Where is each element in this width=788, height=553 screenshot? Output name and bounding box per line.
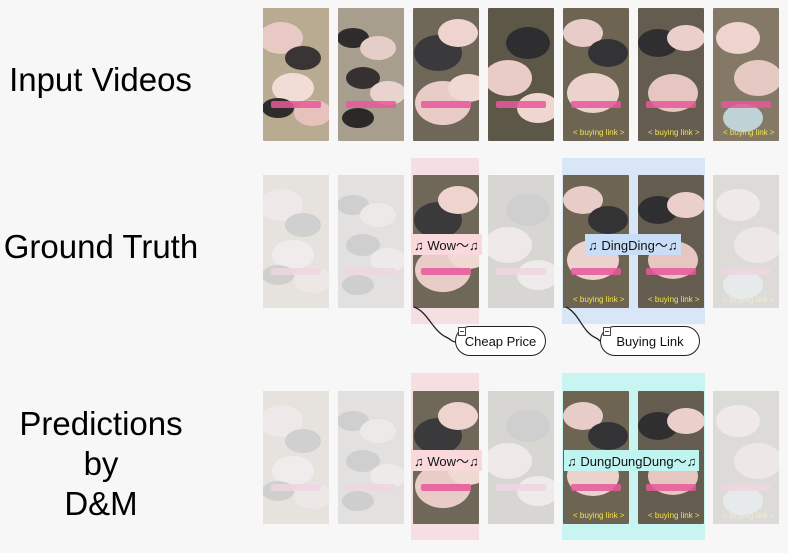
overlay-pink-caption <box>646 268 696 275</box>
buying-link-label: Buying Link <box>616 333 684 349</box>
cheap-price-bubble: Cheap Price <box>455 326 546 356</box>
video-frame <box>338 391 404 524</box>
overlay-buying-link-text: < buying link > <box>573 295 625 304</box>
video-frame <box>488 391 554 524</box>
video-frame <box>413 8 479 141</box>
predictions-line-1: Predictions <box>19 405 183 442</box>
overlay-pink-caption <box>271 484 321 491</box>
video-frame: < buying link > <box>713 391 779 524</box>
cheap-price-label: Cheap Price <box>464 333 537 349</box>
overlay-pink-caption <box>346 101 396 108</box>
overlay-pink-caption <box>571 484 621 491</box>
video-frame <box>263 175 329 308</box>
video-frame: < buying link > <box>638 8 704 141</box>
video-frame <box>488 175 554 308</box>
overlay-pink-caption <box>271 101 321 108</box>
overlay-buying-link-text: < buying link > <box>648 128 700 137</box>
video-frame: < buying link > <box>563 8 629 141</box>
video-frame <box>338 8 404 141</box>
video-frame <box>263 391 329 524</box>
overlay-buying-link-text: < buying link > <box>573 511 625 520</box>
comment-icon <box>603 327 611 336</box>
overlay-pink-caption <box>346 484 396 491</box>
overlay-pink-caption <box>496 101 546 108</box>
overlay-pink-caption <box>721 101 771 108</box>
row-label-ground-truth: Ground Truth <box>3 228 199 265</box>
pred-caption-2: ♫ DungDungDung～♫ <box>564 450 700 471</box>
overlay-buying-link-text: < buying link > <box>723 511 775 520</box>
overlay-pink-caption <box>646 101 696 108</box>
video-frame: < buying link > <box>713 175 779 308</box>
truth-caption-1: ♫ Wow～♫ <box>411 234 482 255</box>
pred-caption-1: ♫ Wow～♫ <box>411 450 482 471</box>
video-frame: < buying link > <box>713 8 779 141</box>
video-frame <box>338 175 404 308</box>
overlay-pink-caption <box>421 101 471 108</box>
overlay-pink-caption <box>571 101 621 108</box>
overlay-buying-link-text: < buying link > <box>648 295 700 304</box>
overlay-pink-caption <box>496 484 546 491</box>
overlay-buying-link-text: < buying link > <box>573 128 625 137</box>
overlay-pink-caption <box>271 268 321 275</box>
predictions-line-3: D&M <box>64 485 138 522</box>
overlay-pink-caption <box>496 268 546 275</box>
overlay-pink-caption <box>421 484 471 491</box>
overlay-pink-caption <box>346 268 396 275</box>
overlay-pink-caption <box>421 268 471 275</box>
overlay-pink-caption <box>721 268 771 275</box>
overlay-pink-caption <box>571 268 621 275</box>
buying-link-bubble: Buying Link <box>600 326 700 356</box>
overlay-pink-caption <box>646 484 696 491</box>
predictions-line-2: by <box>83 445 119 482</box>
comment-icon <box>458 327 466 336</box>
row-label-input-videos: Input Videos <box>9 61 192 98</box>
row-label-predictions: Predictions by D&M <box>12 404 190 524</box>
overlay-buying-link-text: < buying link > <box>723 128 775 137</box>
overlay-pink-caption <box>721 484 771 491</box>
video-frame <box>263 8 329 141</box>
truth-caption-2: ♫ DingDing～♫ <box>585 234 681 255</box>
overlay-buying-link-text: < buying link > <box>648 511 700 520</box>
overlay-buying-link-text: < buying link > <box>723 295 775 304</box>
video-frame <box>488 8 554 141</box>
